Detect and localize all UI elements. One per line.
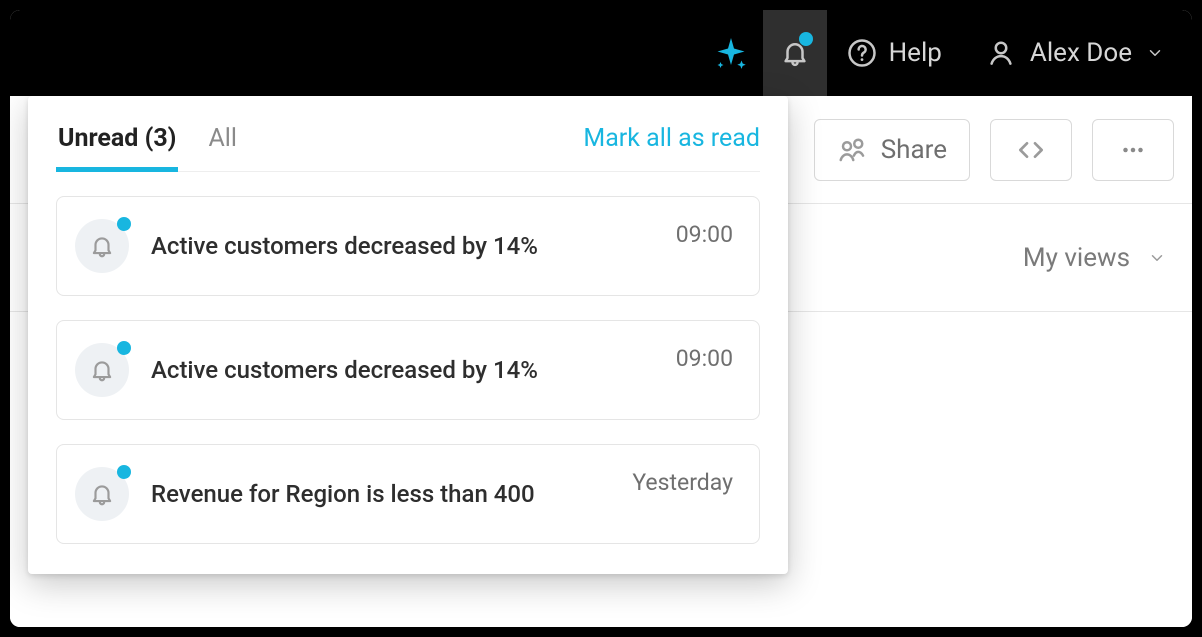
chevron-down-icon: [1148, 249, 1166, 267]
notification-text: Active customers decreased by 14%: [151, 232, 654, 260]
embed-code-button[interactable]: [990, 119, 1072, 181]
top-bar: Help Alex Doe: [10, 10, 1192, 96]
bell-icon: [89, 481, 115, 507]
unread-dot-icon: [117, 217, 131, 231]
chevron-down-icon: [1146, 44, 1164, 62]
bell-icon: [89, 357, 115, 383]
more-horizontal-icon: [1118, 135, 1148, 165]
notification-item[interactable]: Revenue for Region is less than 400 Yest…: [56, 444, 760, 544]
notification-item[interactable]: Active customers decreased by 14% 09:00: [56, 320, 760, 420]
notifications-panel: Unread (3) All Mark all as read: [28, 96, 788, 574]
more-options-button[interactable]: [1092, 119, 1174, 181]
code-icon: [1015, 134, 1047, 166]
notification-bell-badge: [75, 219, 129, 273]
notification-unread-dot-icon: [799, 32, 813, 46]
unread-dot-icon: [117, 341, 131, 355]
notifications-button[interactable]: [763, 10, 827, 96]
notification-time: 09:00: [676, 343, 733, 372]
help-button[interactable]: Help: [827, 10, 962, 96]
notification-time: Yesterday: [632, 467, 733, 496]
tab-unread[interactable]: Unread (3): [56, 114, 178, 172]
notification-text: Revenue for Region is less than 400: [151, 480, 610, 508]
notification-text: Active customers decreased by 14%: [151, 356, 654, 384]
user-menu[interactable]: Alex Doe: [962, 10, 1174, 96]
share-label: Share: [881, 135, 947, 165]
user-name-label: Alex Doe: [1030, 38, 1132, 68]
my-views-dropdown[interactable]: My views: [1023, 243, 1166, 273]
help-label: Help: [889, 38, 942, 68]
bell-icon: [89, 233, 115, 259]
ai-sparkle-button[interactable]: [699, 10, 763, 96]
tab-all[interactable]: All: [206, 114, 238, 172]
notification-time: 09:00: [676, 219, 733, 248]
notification-bell-badge: [75, 467, 129, 521]
notification-bell-badge: [75, 343, 129, 397]
share-icon: [837, 135, 867, 165]
help-icon: [847, 38, 877, 68]
share-button[interactable]: Share: [814, 119, 970, 181]
notification-list: Active customers decreased by 14% 09:00: [56, 172, 760, 544]
mark-all-read-link[interactable]: Mark all as read: [583, 124, 760, 171]
notification-item[interactable]: Active customers decreased by 14% 09:00: [56, 196, 760, 296]
unread-dot-icon: [117, 465, 131, 479]
user-icon: [986, 38, 1016, 68]
sparkle-icon: [713, 35, 749, 71]
notifications-tabs-row: Unread (3) All Mark all as read: [56, 114, 760, 172]
my-views-label: My views: [1023, 243, 1130, 273]
